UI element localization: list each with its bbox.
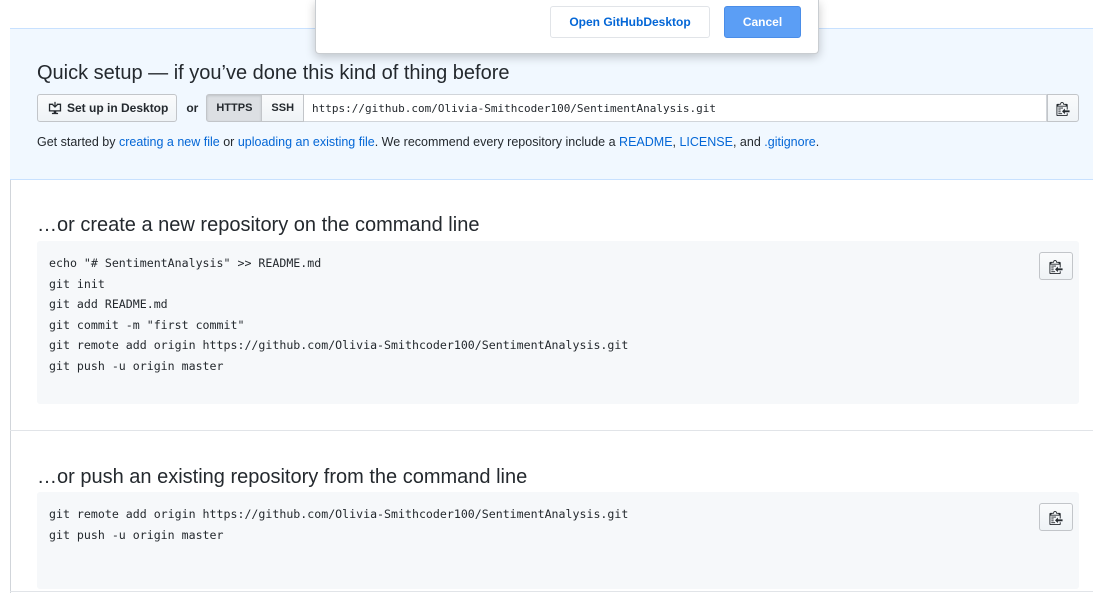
help-text: . [815, 135, 820, 149]
quick-setup-title: Quick setup — if you’ve done this kind o… [37, 62, 510, 84]
copy-existing-repo-button[interactable] [1039, 503, 1073, 531]
clone-url-row: Set up in Desktop or HTTPS SSH [37, 94, 1079, 122]
page: Quick setup — if you’ve done this kind o… [0, 0, 1093, 593]
open-desktop-dialog: Open GitHubDesktop Cancel [315, 0, 819, 54]
section-divider [10, 430, 1093, 431]
existing-repo-code-box: git remote add origin https://github.com… [37, 492, 1079, 589]
clone-url-input[interactable] [304, 94, 1047, 122]
license-link[interactable]: LICENSE [679, 135, 733, 149]
or-text: or [186, 101, 199, 115]
https-button[interactable]: HTTPS [206, 94, 263, 122]
creating-new-file-link[interactable]: creating a new file [119, 135, 220, 149]
clippy-icon [1049, 259, 1063, 274]
setup-in-desktop-button[interactable]: Set up in Desktop [37, 94, 178, 122]
copy-new-repo-button[interactable] [1039, 252, 1073, 280]
new-repo-code-box: echo "# SentimentAnalysis" >> README.md … [37, 241, 1079, 404]
copy-url-button[interactable] [1047, 94, 1079, 122]
readme-link[interactable]: README [619, 135, 672, 149]
new-repo-code: echo "# SentimentAnalysis" >> README.md … [49, 256, 629, 373]
help-text: . We recommend every repository include … [374, 135, 620, 149]
help-text: Get started by [37, 135, 119, 149]
existing-repo-title: …or push an existing repository from the… [37, 466, 528, 488]
clippy-icon [1056, 101, 1070, 116]
clippy-icon [1049, 510, 1063, 525]
uploading-existing-file-link[interactable]: uploading an existing file [238, 135, 375, 149]
quick-setup-help: Get started by creating a new file or up… [37, 135, 819, 149]
gitignore-link[interactable]: .gitignore [764, 135, 815, 149]
section-divider [10, 591, 1093, 592]
desktop-download-icon [48, 101, 62, 115]
help-text: , and [732, 135, 765, 149]
ssh-button[interactable]: SSH [262, 94, 305, 122]
new-repo-title: …or create a new repository on the comma… [37, 214, 480, 236]
setup-in-desktop-label: Set up in Desktop [67, 101, 169, 115]
cancel-button[interactable]: Cancel [724, 6, 801, 38]
open-github-desktop-button[interactable]: Open GitHubDesktop [550, 6, 710, 38]
existing-repo-code: git remote add origin https://github.com… [49, 507, 629, 542]
protocol-selector: HTTPS SSH [206, 94, 305, 122]
help-text: or [219, 135, 238, 149]
